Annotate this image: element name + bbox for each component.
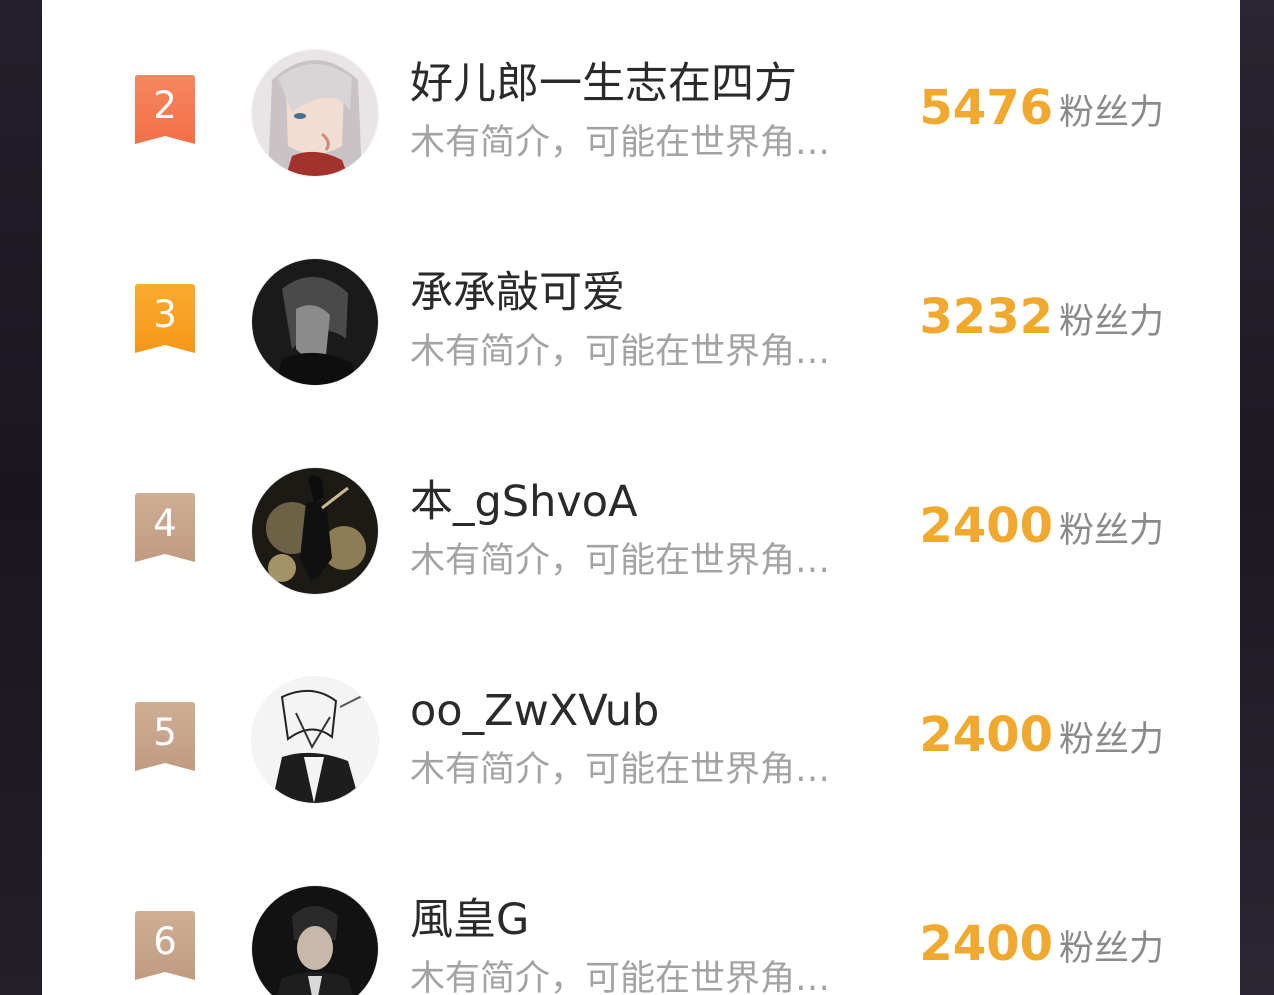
user-bio: 木有简介，可能在世界角… — [410, 123, 831, 163]
score-value: 5476 — [919, 80, 1053, 136]
fan-score: 5476 粉丝力 — [919, 80, 1164, 136]
score-value: 2400 — [919, 498, 1053, 554]
user-avatar[interactable] — [252, 677, 378, 803]
score-value: 2400 — [919, 707, 1053, 763]
fan-score: 2400 粉丝力 — [919, 498, 1164, 554]
user-name[interactable]: 承承敲可爱 — [410, 263, 625, 323]
user-avatar[interactable] — [252, 50, 378, 176]
user-name[interactable]: oo_ZwXVub — [410, 681, 659, 741]
rank-number: 4 — [153, 502, 177, 545]
user-bio: 木有简介，可能在世界角… — [410, 332, 831, 372]
score-unit: 粉丝力 — [1058, 302, 1164, 342]
rank-badge: 6 — [132, 910, 198, 982]
rank-number: 5 — [153, 711, 177, 754]
user-avatar[interactable] — [252, 468, 378, 594]
fan-score: 2400 粉丝力 — [919, 707, 1164, 763]
fan-score: 3232 粉丝力 — [919, 289, 1164, 345]
user-bio: 木有简介，可能在世界角… — [410, 541, 831, 581]
rank-number: 6 — [153, 920, 177, 963]
user-bio: 木有简介，可能在世界角… — [410, 959, 831, 995]
ranking-row[interactable]: 3 承承敲可爱 木有简介，可能在世界角… 3232 粉丝力 — [42, 259, 1240, 409]
rank-badge: 5 — [132, 701, 198, 773]
rank-badge: 2 — [132, 74, 198, 146]
background-right — [1240, 0, 1274, 995]
ranking-row[interactable]: 2 好儿郎一生志在四方 木有简介，可能在世界角… 5476 粉丝力 — [42, 50, 1240, 200]
user-name[interactable]: 風皇G — [410, 890, 529, 950]
score-unit: 粉丝力 — [1058, 720, 1164, 760]
score-unit: 粉丝力 — [1058, 511, 1164, 551]
score-unit: 粉丝力 — [1058, 93, 1164, 133]
ranking-row[interactable]: 6 風皇G 木有简介，可能在世界角… 2400 粉丝力 — [42, 886, 1240, 995]
user-bio: 木有简介，可能在世界角… — [410, 750, 831, 790]
ranking-row[interactable]: 4 本_gShvoA 木有简介，可能在世界角… 2400 粉丝力 — [42, 468, 1240, 618]
user-name[interactable]: 好儿郎一生志在四方 — [410, 54, 797, 114]
fan-score: 2400 粉丝力 — [919, 916, 1164, 972]
user-avatar[interactable] — [252, 886, 378, 995]
rank-number: 2 — [153, 84, 177, 127]
score-value: 2400 — [919, 916, 1053, 972]
background-left — [0, 0, 42, 995]
ranking-row[interactable]: 5 oo_ZwXVub 木有简介，可能在世界角… 2400 粉丝力 — [42, 677, 1240, 827]
score-value: 3232 — [919, 289, 1053, 345]
rank-badge: 4 — [132, 492, 198, 564]
fan-ranking-list: 2 好儿郎一生志在四方 木有简介，可能在世界角… 5476 粉丝力 3 承承敲可… — [42, 0, 1240, 995]
user-name[interactable]: 本_gShvoA — [410, 472, 638, 532]
rank-number: 3 — [153, 293, 177, 336]
user-avatar[interactable] — [252, 259, 378, 385]
score-unit: 粉丝力 — [1058, 929, 1164, 969]
rank-badge: 3 — [132, 283, 198, 355]
